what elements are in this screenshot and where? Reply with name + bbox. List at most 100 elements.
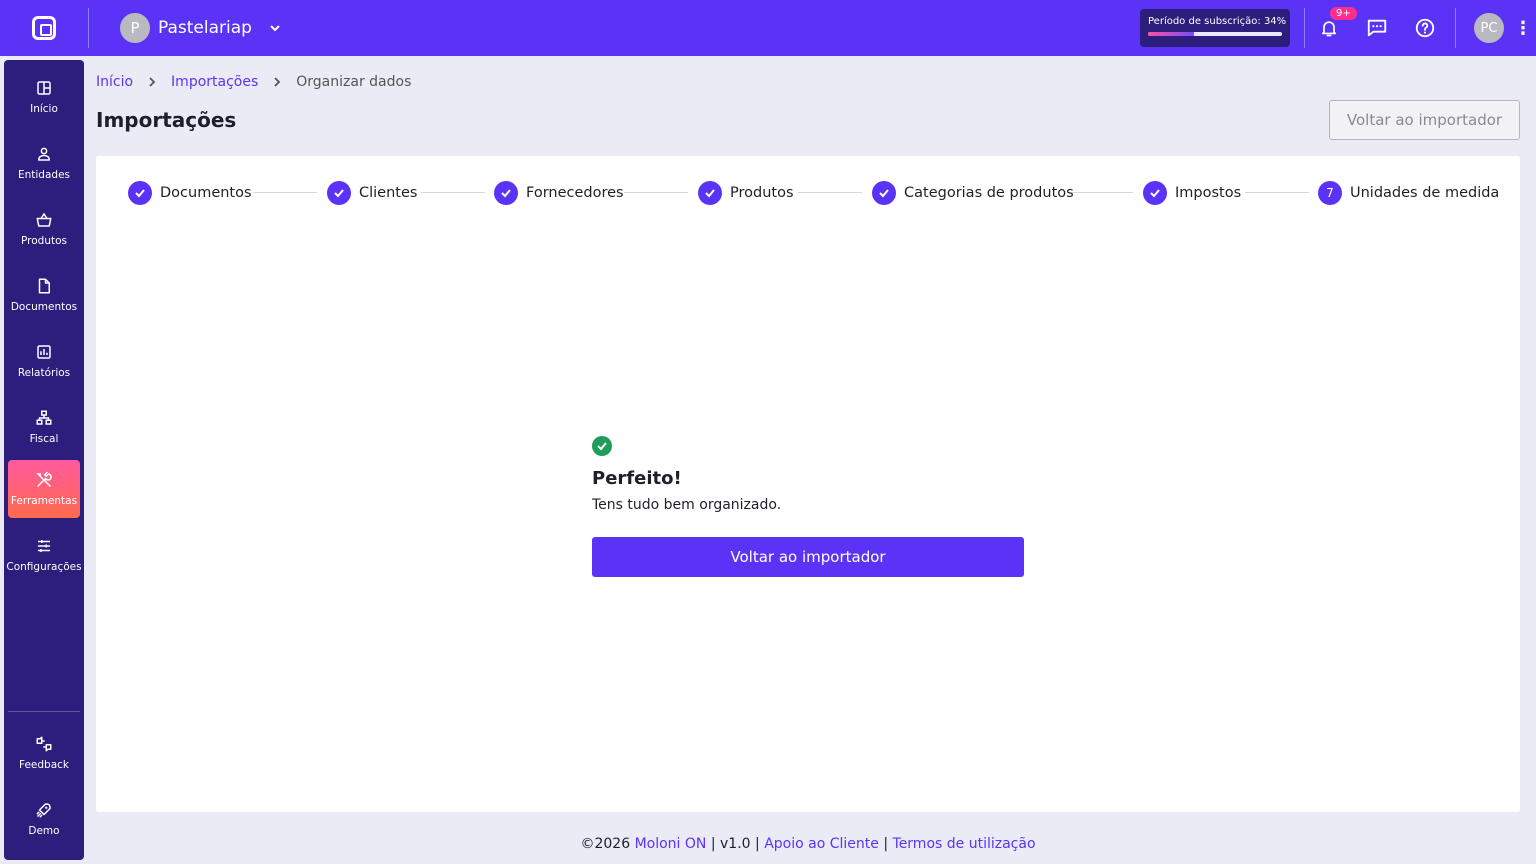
sidebar-item-label: Início — [30, 103, 58, 115]
check-icon — [872, 181, 896, 205]
sidebar-item-documentos[interactable]: Documentos — [8, 266, 80, 324]
step-label: Unidades de medida — [1350, 185, 1500, 201]
footer-copyright: ©2026 — [580, 836, 631, 852]
breadcrumb: Início Importações Organizar dados — [96, 74, 411, 90]
step-impostos[interactable]: Impostos — [1143, 181, 1241, 205]
sidebar-item-label: Configurações — [6, 561, 82, 573]
back-to-importer-primary-button[interactable]: Voltar ao importador — [592, 537, 1024, 577]
app-logo[interactable] — [0, 0, 88, 56]
sliders-icon — [38, 540, 50, 552]
topbar-divider — [1455, 8, 1456, 48]
sidebar-item-relatorios[interactable]: Relatórios — [8, 332, 80, 390]
step-label: Documentos — [160, 185, 252, 201]
check-icon — [698, 181, 722, 205]
footer-version: v1.0 — [720, 836, 751, 852]
step-label: Impostos — [1175, 185, 1242, 201]
subscription-progress-track — [1148, 32, 1282, 36]
result-text: Tens tudo bem organizado. — [592, 497, 782, 513]
check-icon — [494, 181, 518, 205]
chevron-down-icon — [270, 25, 280, 32]
footer-brand-link[interactable]: Moloni ON — [635, 836, 707, 852]
sidebar-divider — [8, 711, 80, 712]
step-connector — [624, 192, 688, 193]
step-produtos[interactable]: Produtos — [698, 181, 794, 205]
step-clientes[interactable]: Clientes — [327, 181, 417, 205]
user-avatar[interactable]: PC — [1474, 13, 1504, 43]
logo-icon — [32, 16, 56, 40]
step-connector — [253, 192, 317, 193]
sidebar-item-produtos[interactable]: Produtos — [8, 200, 80, 258]
subscription-label: Período de subscrição: 34% — [1148, 16, 1287, 27]
chart-icon — [37, 345, 51, 359]
step-label: Categorias de produtos — [904, 185, 1074, 201]
subscription-indicator[interactable]: Período de subscrição: 34% — [1140, 9, 1290, 47]
check-icon — [128, 181, 152, 205]
step-connector — [1245, 192, 1309, 193]
sidebar-item-label: Produtos — [21, 235, 67, 247]
sidebar-item-label: Feedback — [18, 759, 69, 771]
sidebar-item-inicio[interactable]: Início — [8, 68, 80, 126]
sidebar-item-feedback[interactable]: Feedback — [8, 724, 80, 782]
notifications-button[interactable]: 9+ — [1305, 0, 1357, 56]
topbar-divider — [88, 8, 89, 48]
check-icon — [327, 181, 351, 205]
step-connector — [1069, 192, 1133, 193]
chat-icon — [1367, 19, 1387, 37]
messages-button[interactable] — [1353, 0, 1401, 56]
footer-support-link[interactable]: Apoio ao Cliente — [764, 836, 879, 852]
feedback-icon — [36, 736, 52, 752]
footer-terms-link[interactable]: Termos de utilização — [893, 836, 1036, 852]
network-icon — [36, 410, 52, 425]
top-bar: P Pastelariap Período de subscrição: 34%… — [0, 0, 1536, 56]
chevron-right-icon — [149, 77, 156, 87]
more-options-icon[interactable]: ⋮ — [1510, 18, 1536, 39]
bell-icon — [1321, 21, 1337, 37]
footer-separator: | — [883, 836, 889, 852]
sidebar-item-entidades[interactable]: Entidades — [8, 134, 80, 192]
step-label: Clientes — [359, 185, 418, 201]
sidebar-item-ferramentas[interactable]: Ferramentas — [8, 460, 80, 518]
content-card: Documentos Clientes Fornecedores Produto… — [96, 156, 1520, 812]
tools-icon — [36, 471, 52, 487]
step-label: Fornecedores — [526, 185, 624, 201]
company-avatar: P — [120, 13, 150, 43]
step-documentos[interactable]: Documentos — [128, 181, 252, 205]
step-connector — [421, 192, 485, 193]
result-title: Perfeito! — [592, 468, 682, 489]
step-connector — [798, 192, 862, 193]
sidebar-item-fiscal[interactable]: Fiscal — [8, 398, 80, 456]
sidebar-item-label: Relatórios — [17, 367, 71, 379]
help-button[interactable] — [1401, 0, 1449, 56]
footer-separator: | — [755, 836, 760, 852]
breadcrumb-home[interactable]: Início — [96, 74, 133, 90]
result-panel: Perfeito! Tens tudo bem organizado. Volt… — [592, 436, 1024, 577]
help-icon — [1415, 18, 1435, 38]
company-name: Pastelariap — [158, 18, 252, 38]
sidebar-item-label: Documentos — [10, 301, 78, 313]
step-label: Produtos — [730, 185, 794, 201]
chevron-right-icon — [274, 77, 281, 87]
footer-separator: | — [710, 836, 716, 852]
step-fornecedores[interactable]: Fornecedores — [494, 181, 624, 205]
success-check-icon — [592, 436, 612, 456]
user-icon — [38, 147, 50, 161]
subscription-progress-fill — [1148, 32, 1194, 36]
step-unidades[interactable]: 7 Unidades de medida — [1318, 181, 1499, 205]
check-icon — [1143, 181, 1167, 205]
breadcrumb-imports[interactable]: Importações — [171, 74, 258, 90]
sidebar: Início Entidades Produtos Documentos Rel… — [4, 60, 84, 860]
sidebar-item-configuracoes[interactable]: Configurações — [6, 526, 82, 584]
dashboard-icon — [37, 81, 51, 95]
company-selector[interactable]: P Pastelariap — [120, 13, 282, 43]
step-categorias[interactable]: Categorias de produtos — [872, 181, 1074, 205]
basket-icon — [36, 212, 52, 227]
sidebar-item-label: Ferramentas — [10, 495, 78, 507]
breadcrumb-current: Organizar dados — [296, 74, 412, 90]
document-icon — [38, 278, 50, 294]
rocket-icon — [36, 803, 51, 818]
page-title: Importações — [96, 108, 237, 132]
back-to-importer-button[interactable]: Voltar ao importador — [1329, 100, 1520, 140]
footer: ©2026 Moloni ON | v1.0 | Apoio ao Client… — [0, 836, 1536, 852]
sidebar-item-label: Fiscal — [29, 433, 59, 445]
step-number: 7 — [1318, 181, 1342, 205]
